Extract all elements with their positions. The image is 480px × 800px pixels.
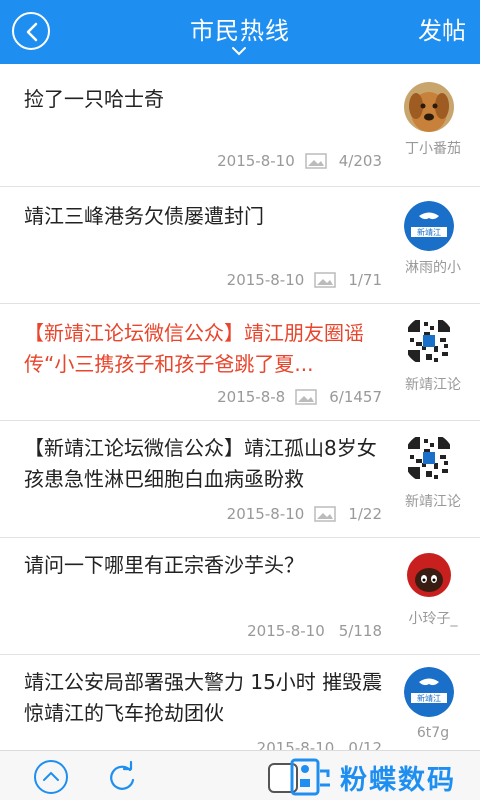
xinjingjiang-logo-icon: 新靖江 <box>404 667 454 717</box>
qr-code-icon <box>404 316 454 366</box>
post-title: 【新靖江论坛微信公众】靖江朋友圈谣传“小三携孩子和孩子爸跳了夏... <box>24 321 364 376</box>
author-name: 6t7g <box>416 725 450 741</box>
post-title: 靖江三峰港务欠债屡遭封门 <box>24 204 264 228</box>
post-meta: 2015-8-10 1/22 <box>227 505 382 523</box>
image-icon <box>305 153 327 169</box>
post-title: 请问一下哪里有正宗香沙芋头？ <box>24 553 304 577</box>
post-date: 2015-8-10 <box>226 505 305 523</box>
post-date: 2015-8-10 <box>217 152 295 170</box>
post-meta: 2015-8-10 5/118 <box>247 622 382 640</box>
list-item[interactable]: 靖江三峰港务欠债屡遭封门 2015-8-10 1/71 新靖江 淋雨的小 <box>0 187 480 304</box>
post-stats: 5/118 <box>338 622 382 640</box>
dog-avatar-icon <box>404 82 454 132</box>
post-date: 2015-8-10 <box>247 622 325 640</box>
image-icon <box>314 272 337 288</box>
post-stats: 0/12 <box>348 739 382 750</box>
post-stats: 4/203 <box>338 152 382 170</box>
list-item[interactable]: 【新靖江论坛微信公众】靖江朋友圈谣传“小三携孩子和孩子爸跳了夏... 2015-… <box>0 304 480 421</box>
post-stats: 1/22 <box>348 505 382 523</box>
page-title[interactable]: 市民热线 <box>0 16 480 46</box>
post-title: 靖江公安局部署强大警力 15小时 摧毁震惊靖江的飞车抢劫团伙 <box>24 670 383 725</box>
post-date: 2015-8-8 <box>217 388 286 406</box>
post-stats: 1/71 <box>348 271 382 289</box>
xinjingjiang-logo-icon: 新靖江 <box>404 201 454 251</box>
cartoon-avatar-icon <box>404 550 454 600</box>
post-meta: 2015-8-10 1/71 <box>227 271 382 289</box>
image-icon <box>295 389 317 405</box>
post-button[interactable]: 发帖 <box>418 16 466 46</box>
watermark-text: 粉蝶数码 <box>340 764 456 796</box>
svg-text:新靖江: 新靖江 <box>417 693 441 703</box>
author-name: 丁小番茄 <box>405 141 461 157</box>
post-stats: 6/1457 <box>329 388 382 406</box>
avatar[interactable] <box>404 316 454 366</box>
avatar[interactable] <box>404 82 454 132</box>
list-item[interactable]: 请问一下哪里有正宗香沙芋头？ 2015-8-10 5/118 小玲子_ <box>0 538 480 655</box>
svg-text:新靖江: 新靖江 <box>417 227 441 237</box>
author-name: 新靖江论 <box>405 494 461 510</box>
post-meta: 2015-8-10 4/203 <box>217 152 382 170</box>
list-item[interactable]: 捡了一只哈士奇 2015-8-10 4/203 丁小番茄 <box>0 64 480 187</box>
post-title: 【新靖江论坛微信公众】靖江孤山8岁女孩患急性淋巴细胞白血病亟盼救 <box>24 436 377 491</box>
avatar[interactable] <box>404 433 454 483</box>
avatar[interactable] <box>404 550 454 600</box>
post-list[interactable]: 捡了一只哈士奇 2015-8-10 4/203 丁小番茄 靖江三峰港务欠债屡遭封… <box>0 64 480 750</box>
author-name: 淋雨的小 <box>405 260 461 276</box>
chevron-down-icon[interactable] <box>231 46 247 56</box>
watermark-logo-icon <box>290 758 330 796</box>
bottom-toolbar: 粉蝶数码 <box>0 750 480 800</box>
qr-code-icon <box>404 433 454 483</box>
image-icon <box>314 506 337 522</box>
header-bar: 市民热线 发帖 <box>0 0 480 64</box>
post-date: 2015-8-10 <box>226 271 305 289</box>
post-meta: 2015-8-8 6/1457 <box>217 388 382 406</box>
list-item[interactable]: 【新靖江论坛微信公众】靖江孤山8岁女孩患急性淋巴细胞白血病亟盼救 2015-8-… <box>0 421 480 538</box>
author-name: 小玲子_ <box>408 611 458 627</box>
avatar[interactable]: 新靖江 <box>404 201 454 251</box>
author-name: 新靖江论 <box>405 377 461 393</box>
post-meta: 2015-8-10 0/12 <box>257 739 382 750</box>
chevron-up-icon <box>43 771 59 781</box>
scroll-top-button[interactable] <box>34 760 68 794</box>
list-item[interactable]: 靖江公安局部署强大警力 15小时 摧毁震惊靖江的飞车抢劫团伙 2015-8-10… <box>0 655 480 750</box>
app-root: 市民热线 发帖 捡了一只哈士奇 2015-8-10 4/203 丁小番茄 靖江三… <box>0 0 480 800</box>
refresh-icon[interactable] <box>104 760 140 796</box>
post-title: 捡了一只哈士奇 <box>24 87 164 111</box>
post-date: 2015-8-10 <box>256 739 335 750</box>
watermark: 粉蝶数码 <box>290 755 480 799</box>
avatar[interactable]: 新靖江 <box>404 667 454 717</box>
